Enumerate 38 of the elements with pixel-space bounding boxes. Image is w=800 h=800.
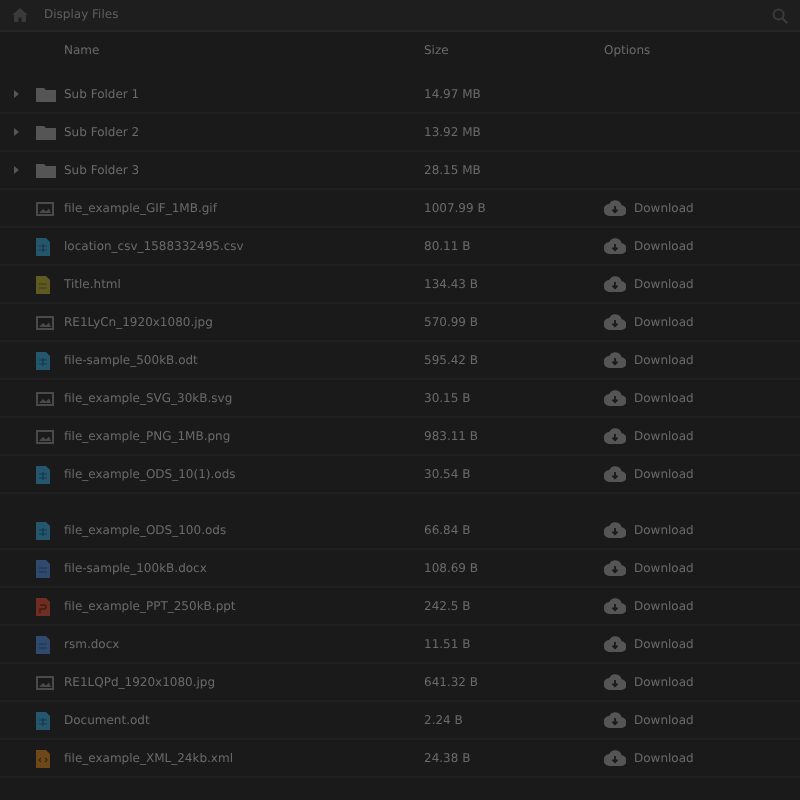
cloud-download-icon	[604, 390, 626, 406]
presentation-icon	[36, 597, 50, 615]
image-icon	[36, 201, 54, 215]
spreadsheet-icon	[36, 521, 50, 539]
cloud-download-icon	[604, 636, 626, 652]
search-icon[interactable]	[772, 7, 788, 23]
folder-icon	[36, 86, 56, 102]
cloud-download-icon	[604, 314, 626, 330]
cloud-download-icon	[604, 466, 626, 482]
folder-icon	[36, 124, 56, 140]
image-icon	[36, 675, 54, 689]
caret-icon[interactable]	[12, 163, 20, 177]
document-icon	[36, 559, 50, 577]
home-icon[interactable]	[12, 8, 28, 22]
spreadsheet-icon	[36, 351, 50, 369]
spreadsheet-icon	[36, 237, 50, 255]
image-icon	[36, 315, 54, 329]
document-icon	[36, 635, 50, 653]
caret-icon[interactable]	[12, 87, 20, 101]
spreadsheet-icon	[36, 711, 50, 729]
cloud-download-icon	[604, 522, 626, 538]
cloud-download-icon	[604, 598, 626, 614]
cloud-download-icon	[604, 200, 626, 216]
cloud-download-icon	[604, 560, 626, 576]
document-icon	[36, 275, 50, 293]
code-file-icon	[36, 749, 50, 767]
caret-icon[interactable]	[12, 125, 20, 139]
cloud-download-icon	[604, 238, 626, 254]
spreadsheet-icon	[36, 465, 50, 483]
cloud-download-icon	[604, 352, 626, 368]
image-icon	[36, 391, 54, 405]
cloud-download-icon	[604, 428, 626, 444]
cloud-download-icon	[604, 712, 626, 728]
cloud-download-icon	[604, 674, 626, 690]
cloud-download-icon	[604, 276, 626, 292]
folder-icon	[36, 162, 56, 178]
cloud-download-icon	[604, 750, 626, 766]
image-icon	[36, 429, 54, 443]
